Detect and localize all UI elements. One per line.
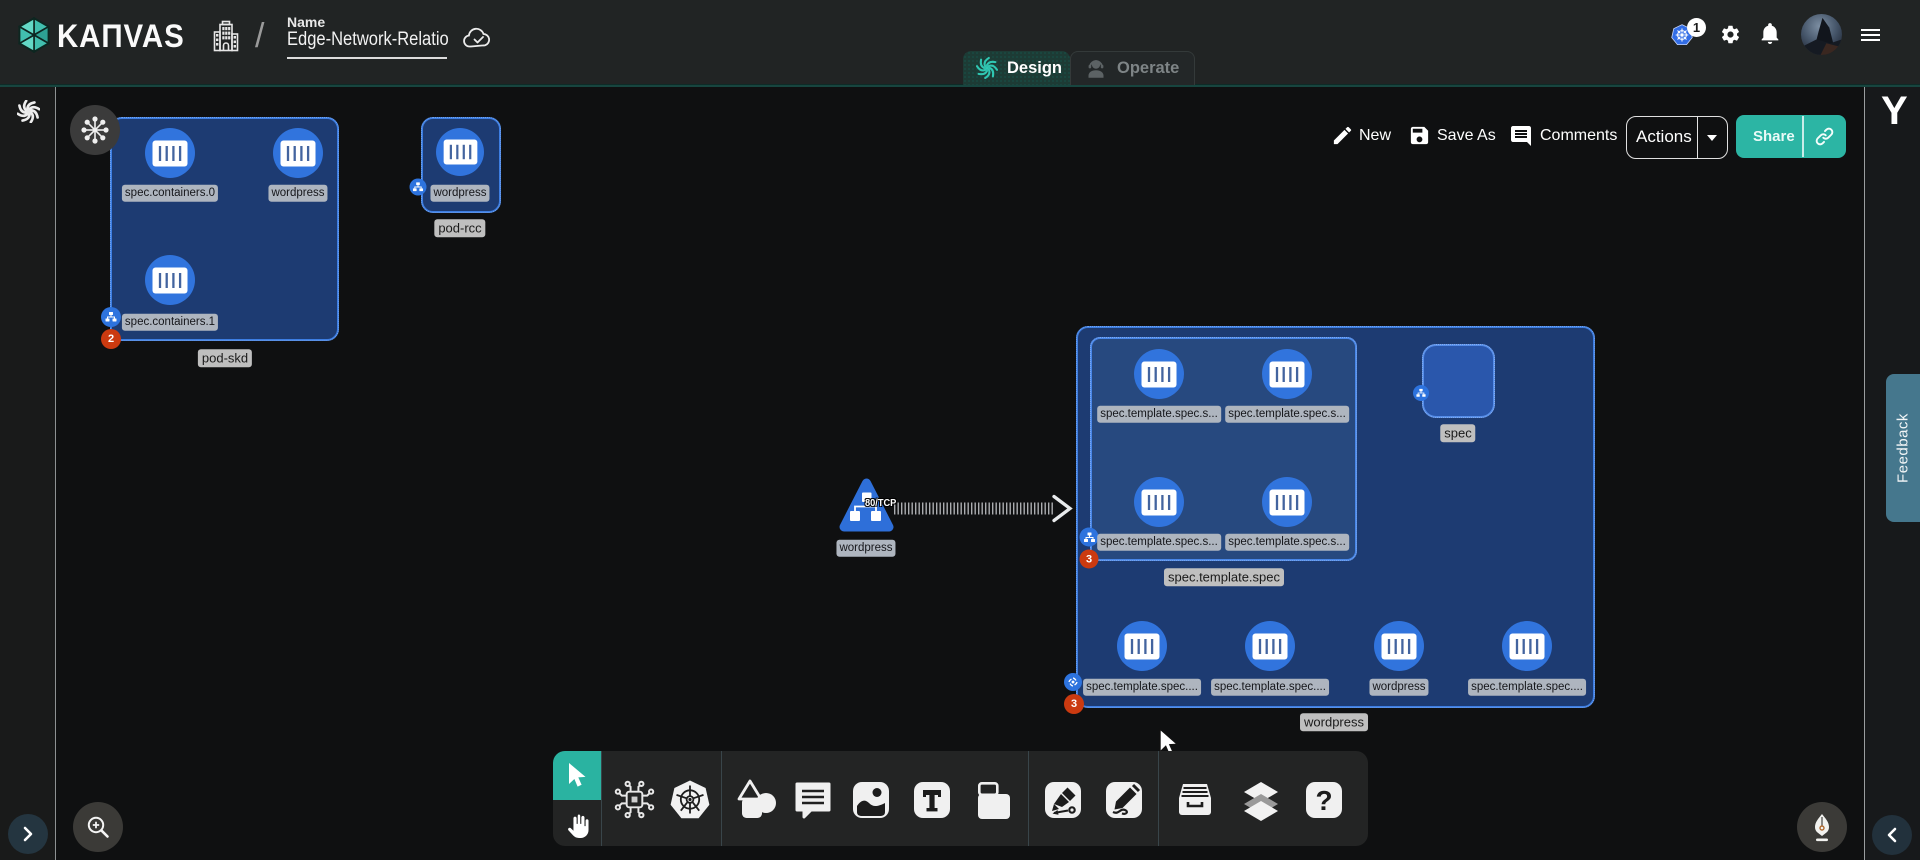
svg-text:?: ?	[1315, 785, 1332, 816]
